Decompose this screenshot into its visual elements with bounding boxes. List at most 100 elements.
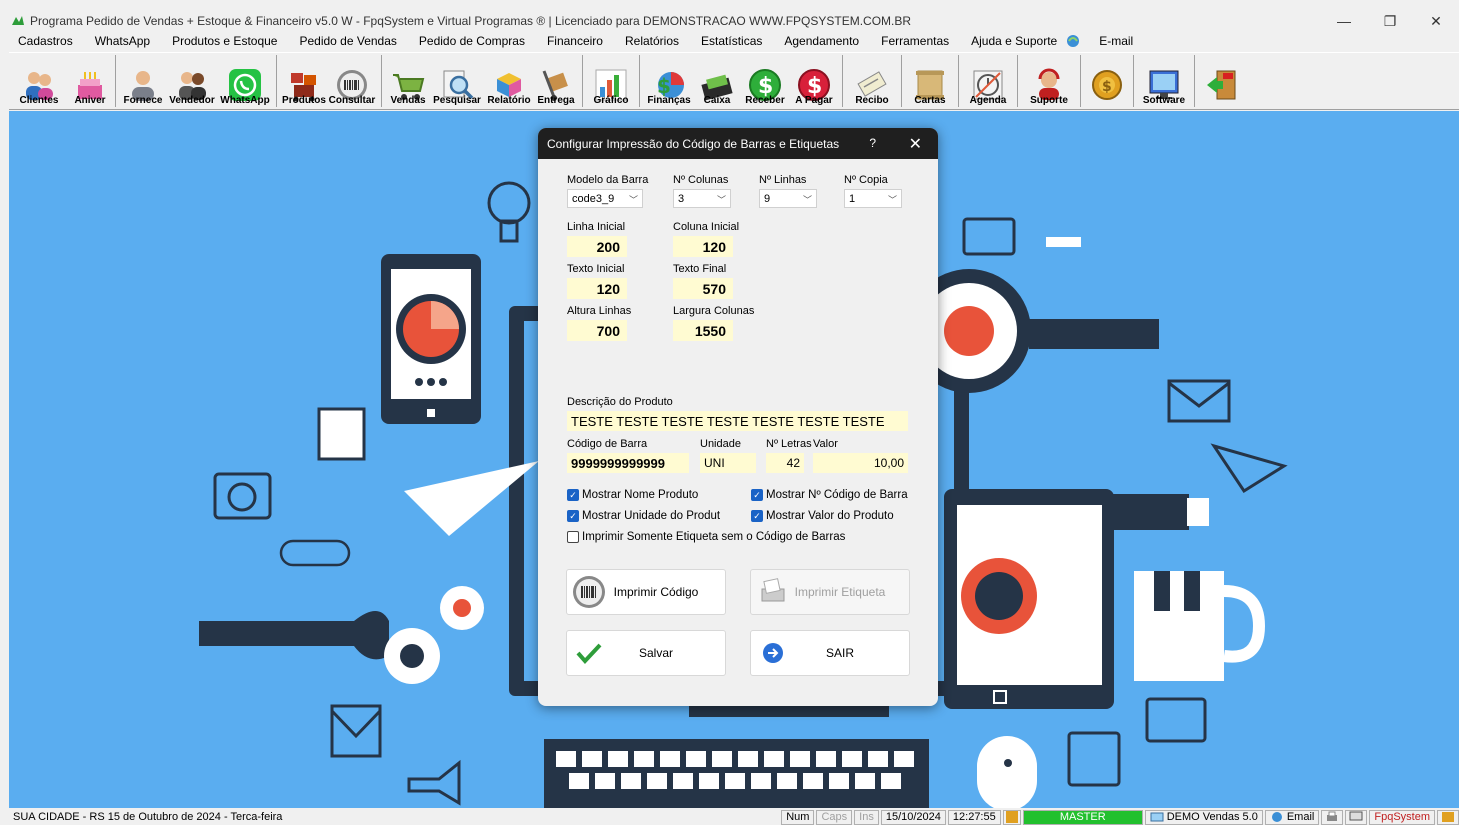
letras-input[interactable]: 42 — [766, 453, 804, 473]
status-email[interactable]: Email — [1264, 809, 1320, 825]
printer-icon — [761, 578, 785, 602]
menu-pedido-compras[interactable]: Pedido de Compras — [419, 34, 525, 48]
menu-agendamento[interactable]: Agendamento — [784, 34, 859, 48]
dialog-title: Configurar Impressão do Código de Barras… — [547, 136, 840, 151]
toolbar-consultar-button[interactable]: Consultar — [327, 53, 377, 109]
menu-ajuda-suporte[interactable]: Ajuda e Suporte — [971, 34, 1057, 48]
checkbox-checked-icon: ✓ — [567, 510, 579, 522]
imprimir-somente-checkbox[interactable]: Imprimir Somente Etiqueta sem o Código d… — [567, 531, 845, 543]
toolbar-caixa-button[interactable]: Caixa — [694, 53, 740, 109]
toolbar-vendedor-button[interactable]: Vendedor — [166, 53, 218, 109]
codigo-barra-input[interactable]: 9999999999999 — [567, 453, 689, 473]
menu-produtos-estoque[interactable]: Produtos e Estoque — [172, 34, 277, 48]
menu-estatisticas[interactable]: Estatísticas — [701, 34, 762, 48]
toolbar-aniver-button[interactable]: Aniver — [69, 53, 111, 109]
status-print-icon[interactable] — [1321, 809, 1344, 825]
menu-pedido-vendas[interactable]: Pedido de Vendas — [299, 34, 396, 48]
dialog-close-button[interactable]: ✕ — [909, 134, 922, 154]
toolbar-pesquisar-button[interactable]: Pesquisar — [430, 53, 484, 109]
toolbar-suporte-button[interactable]: Suporte — [1022, 53, 1076, 109]
toolbar-recibo-button[interactable]: Recibo — [847, 53, 897, 109]
status-version: DEMO Vendas 5.0 — [1144, 809, 1263, 825]
valor-input[interactable]: 10,00 — [813, 453, 908, 473]
checkmark-icon — [576, 643, 602, 664]
status-user-icon — [1002, 809, 1021, 825]
toolbar-separator — [1080, 55, 1081, 107]
toolbar-grafico-button[interactable]: Gráfico — [587, 53, 635, 109]
restore-button[interactable]: ❐ — [1367, 10, 1413, 32]
toolbar-coins-button[interactable]: $ — [1085, 53, 1129, 109]
chevron-down-icon: ﹀ — [716, 195, 726, 205]
status-help-icon[interactable] — [1437, 809, 1459, 825]
close-window-button[interactable]: ✕ — [1413, 10, 1459, 32]
mostrar-codigo-checkbox[interactable]: ✓ Mostrar Nº Código de Barra — [751, 489, 908, 501]
help-globe-icon[interactable] — [1065, 33, 1081, 49]
toolbar-relatorio-button[interactable]: Relatório — [484, 53, 534, 109]
colunas-select[interactable]: 3 ﹀ — [673, 189, 731, 208]
toolbar-a-pagar-button[interactable]: $ A Pagar — [790, 53, 838, 109]
menu-cadastros[interactable]: Cadastros — [18, 34, 73, 48]
dialog-help-button[interactable]: ? — [869, 136, 876, 150]
status-user: MASTER — [1022, 809, 1143, 825]
toolbar-clientes-button[interactable]: Clientes — [9, 53, 69, 109]
imprimir-etiqueta-button[interactable]: Imprimir Etiqueta — [750, 569, 910, 615]
coluna-inicial-input[interactable]: 120 — [673, 236, 733, 257]
toolbar-agenda-button[interactable]: Agenda — [963, 53, 1013, 109]
mostrar-valor-checkbox[interactable]: ✓ Mostrar Valor do Produto — [751, 510, 894, 522]
toolbar-receber-button[interactable]: $ Receber — [740, 53, 790, 109]
codigo-barra-label: Código de Barra — [567, 438, 648, 450]
mostrar-unidade-checkbox[interactable]: ✓ Mostrar Unidade do Produt — [567, 510, 720, 522]
modelo-select[interactable]: code3_9 ﹀ — [567, 189, 643, 208]
chevron-down-icon: ﹀ — [887, 195, 897, 205]
toolbar-separator — [381, 55, 382, 107]
linha-inicial-label: Linha Inicial — [567, 221, 626, 233]
imprimir-codigo-button[interactable]: Imprimir Código — [566, 569, 726, 615]
toolbar-whatsapp-button[interactable]: WhatsApp — [218, 53, 272, 109]
toolbar-separator — [1017, 55, 1018, 107]
toolbar-fornece-button[interactable]: Fornece — [120, 53, 166, 109]
minimize-button[interactable]: — — [1321, 10, 1367, 32]
descricao-input[interactable]: TESTE TESTE TESTE TESTE TESTE TESTE TEST… — [567, 411, 908, 431]
coins-icon: $ — [1092, 70, 1122, 100]
title-bar: Programa Pedido de Vendas + Estoque & Fi… — [0, 10, 1459, 32]
largura-colunas-input[interactable]: 1550 — [673, 320, 733, 341]
checkbox-checked-icon: ✓ — [751, 510, 763, 522]
colunas-label: Nº Colunas — [673, 174, 729, 186]
menu-financeiro[interactable]: Financeiro — [547, 34, 603, 48]
toolbar-financas-button[interactable]: $ Finanças — [644, 53, 694, 109]
toolbar-software-button[interactable]: Software — [1138, 53, 1190, 109]
sair-button[interactable]: SAIR — [750, 630, 910, 676]
dialog-title-bar: Configurar Impressão do Código de Barras… — [538, 128, 938, 159]
barcode-config-dialog: Configurar Impressão do Código de Barras… — [538, 128, 938, 706]
salvar-button[interactable]: Salvar — [566, 630, 726, 676]
toolbar-exit-button[interactable] — [1199, 53, 1243, 109]
menu-email[interactable]: E-mail — [1099, 34, 1133, 48]
email-globe-icon — [1271, 812, 1282, 822]
mostrar-nome-checkbox[interactable]: ✓ Mostrar Nome Produto — [567, 489, 698, 501]
toolbar-produtos-button[interactable]: Produtos — [281, 53, 327, 109]
altura-linhas-label: Altura Linhas — [567, 305, 632, 317]
unidade-input[interactable]: UNI — [700, 453, 756, 473]
linhas-select[interactable]: 9 ﹀ — [759, 189, 817, 208]
altura-linhas-input[interactable]: 700 — [567, 320, 627, 341]
toolbar-separator — [958, 55, 959, 107]
toolbar-separator — [276, 55, 277, 107]
toolbar-entrega-button[interactable]: Entrega — [534, 53, 578, 109]
linha-inicial-input[interactable]: 200 — [567, 236, 627, 257]
status-monitor-icon[interactable] — [1345, 809, 1368, 825]
menu-ferramentas[interactable]: Ferramentas — [881, 34, 949, 48]
magnifier-illustration — [907, 269, 1159, 393]
menu-whatsapp[interactable]: WhatsApp — [95, 34, 150, 48]
toolbar-vendas-button[interactable]: Vendas — [386, 53, 430, 109]
menu-relatorios[interactable]: Relatórios — [625, 34, 679, 48]
copia-select[interactable]: 1 ﹀ — [844, 189, 902, 208]
coluna-inicial-label: Coluna Inicial — [673, 221, 740, 233]
toolbar-cartas-button[interactable]: Cartas — [906, 53, 954, 109]
texto-final-input[interactable]: 570 — [673, 278, 733, 299]
toolbar-separator — [115, 55, 116, 107]
texto-inicial-input[interactable]: 120 — [567, 278, 627, 299]
status-date: 15/10/2024 — [880, 809, 946, 825]
letras-label: Nº Letras — [766, 438, 812, 450]
toolbar-separator — [1133, 55, 1134, 107]
status-brand: FpqSystem — [1369, 809, 1435, 825]
